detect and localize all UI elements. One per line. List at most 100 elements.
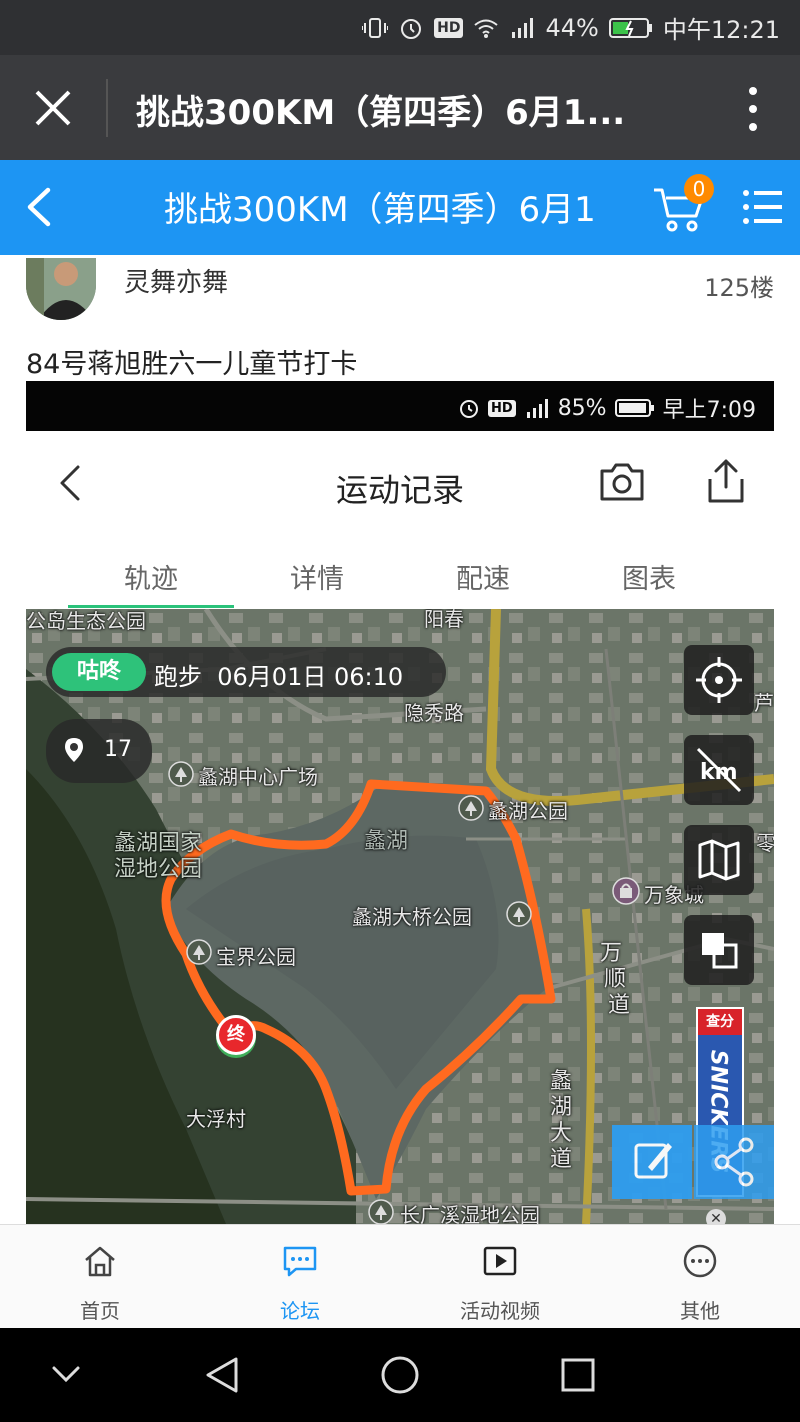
back-arrow-icon[interactable] [20, 184, 60, 230]
home-icon [85, 1246, 115, 1277]
park-icon [368, 1199, 394, 1224]
more-icon [683, 1244, 717, 1278]
nav-more-label: 其他 [680, 1299, 720, 1323]
folded-map-icon [698, 839, 740, 881]
map-label: 湿地公园 [114, 857, 203, 882]
share-floating-button[interactable] [694, 1125, 774, 1199]
close-icon[interactable] [28, 83, 78, 133]
embedded-app-header: 运动记录 [26, 431, 774, 541]
embedded-battery-percent: 85% [557, 395, 607, 421]
embedded-clock: 早上7:09 [662, 398, 756, 423]
map-label: 蠡湖公园 [488, 799, 568, 823]
tab-pace[interactable]: 配速 [400, 557, 566, 596]
activity-summary: 跑步 06月01日 06:10 [154, 663, 404, 691]
share-nodes-icon [714, 1137, 754, 1187]
nav-forum-label: 论坛 [280, 1299, 320, 1323]
map-label: 蠡湖中心广场 [198, 765, 318, 789]
map-label: 阳春 [424, 609, 464, 631]
route-map[interactable]: 公岛生态公园 阳春 隐秀路 蠡湖中心广场 蠡湖公园 蠡湖 蠡湖国家 湿地公园 万… [26, 609, 774, 1224]
system-status-bar: HD 44% 中午12:21 [0, 0, 800, 55]
share-icon[interactable] [706, 457, 746, 505]
signal-icon [526, 399, 548, 418]
edit-icon [634, 1143, 672, 1179]
nav-video-label: 活动视频 [460, 1299, 540, 1323]
map-label: 长广溪湿地公园 [400, 1203, 540, 1224]
post-content: 84号蒋旭胜六一儿童节打卡 [26, 349, 358, 380]
forum-icon [283, 1246, 317, 1277]
map-label: 隐秀路 [404, 701, 464, 725]
shopping-mall-icon [612, 877, 640, 905]
avatar[interactable] [26, 258, 96, 320]
menu-icon[interactable] [742, 188, 782, 226]
battery-percent: 44% [545, 13, 599, 42]
tab-track[interactable]: 轨迹 [68, 557, 234, 596]
alarm-icon [401, 18, 422, 39]
waypoint-count-value: 17 [104, 737, 132, 762]
park-icon [186, 939, 212, 965]
layers-button[interactable] [684, 915, 754, 985]
nav-home[interactable]: 首页 [0, 1225, 200, 1329]
park-icon [458, 795, 484, 821]
nav-more[interactable]: 其他 [600, 1225, 800, 1329]
map-label: 道 [608, 993, 631, 1018]
toggle-km-markers-button[interactable]: km [684, 735, 754, 805]
crosshair-icon [696, 657, 742, 703]
hd-indicator: HD [434, 17, 464, 38]
nav-forum[interactable]: 论坛 [200, 1225, 400, 1329]
tab-chart[interactable]: 图表 [566, 557, 732, 596]
browser-title: 挑战300KM（第四季）6月1... [136, 93, 626, 133]
end-marker: 终 [216, 1015, 256, 1055]
clock: 中午12:21 [662, 16, 780, 44]
toolbar-divider [106, 79, 108, 137]
embedded-status-bar: HD 85% 早上7:09 [26, 381, 774, 431]
author-name[interactable]: 灵舞亦舞 [124, 262, 228, 299]
tab-details[interactable]: 详情 [234, 557, 400, 596]
activity-info-pill: 咕咚 跑步 06月01日 06:10 [46, 647, 446, 697]
camera-icon[interactable] [598, 461, 646, 503]
ad-close-icon[interactable]: ✕ [706, 1209, 726, 1224]
system-navigation-bar [0, 1328, 800, 1422]
signal-icon [512, 17, 534, 38]
cart-count-badge: 0 [684, 174, 714, 204]
vibrate-icon [362, 17, 389, 38]
map-label: 道 [550, 1147, 573, 1172]
embedded-tab-bar: 轨迹 详情 配速 图表 [26, 541, 774, 609]
park-icon [506, 901, 532, 927]
video-icon [483, 1246, 517, 1276]
alarm-icon [460, 400, 479, 418]
compose-button[interactable] [612, 1125, 692, 1199]
layers-icon [702, 933, 738, 969]
hd-indicator: HD [488, 399, 516, 417]
locate-button[interactable] [684, 645, 754, 715]
nav-home-label: 首页 [80, 1299, 120, 1323]
map-label: 公岛生态公园 [26, 609, 146, 633]
waypoint-count[interactable]: 17 [46, 719, 152, 783]
wifi-icon [474, 19, 499, 38]
map-label: 宝界公园 [216, 945, 296, 969]
overflow-menu-icon[interactable] [746, 85, 760, 133]
battery-icon [608, 17, 652, 38]
floor-number: 125楼 [704, 274, 774, 302]
active-tab-indicator [68, 605, 234, 608]
recents-square-icon[interactable] [556, 1353, 600, 1397]
back-triangle-icon[interactable] [200, 1353, 244, 1397]
bottom-navigation: 首页 论坛 活动视频 其他 [0, 1224, 800, 1328]
location-pin-icon [65, 738, 83, 762]
map-label: 零 [756, 831, 774, 855]
map-label: 大浮村 [186, 1107, 246, 1131]
nav-video[interactable]: 活动视频 [400, 1225, 600, 1329]
map-label: 蠡湖 [364, 829, 409, 854]
km-off-icon: km [696, 747, 742, 793]
app-badge: 咕咚 [52, 653, 146, 691]
home-circle-icon[interactable] [378, 1353, 422, 1397]
map-type-button[interactable] [684, 825, 754, 895]
thread-title: 挑战300KM（第四季）6月1 [164, 190, 596, 230]
map-label: 蠡湖大桥公园 [352, 905, 472, 929]
map-label: 芦 [754, 691, 774, 715]
hide-keyboard-icon[interactable] [46, 1360, 86, 1390]
battery-icon [614, 399, 654, 417]
embedded-page-title: 运动记录 [335, 471, 464, 509]
park-icon [168, 761, 194, 787]
browser-toolbar: 挑战300KM（第四季）6月1... [0, 55, 800, 160]
site-header: 挑战300KM（第四季）6月1 0 [0, 160, 800, 255]
